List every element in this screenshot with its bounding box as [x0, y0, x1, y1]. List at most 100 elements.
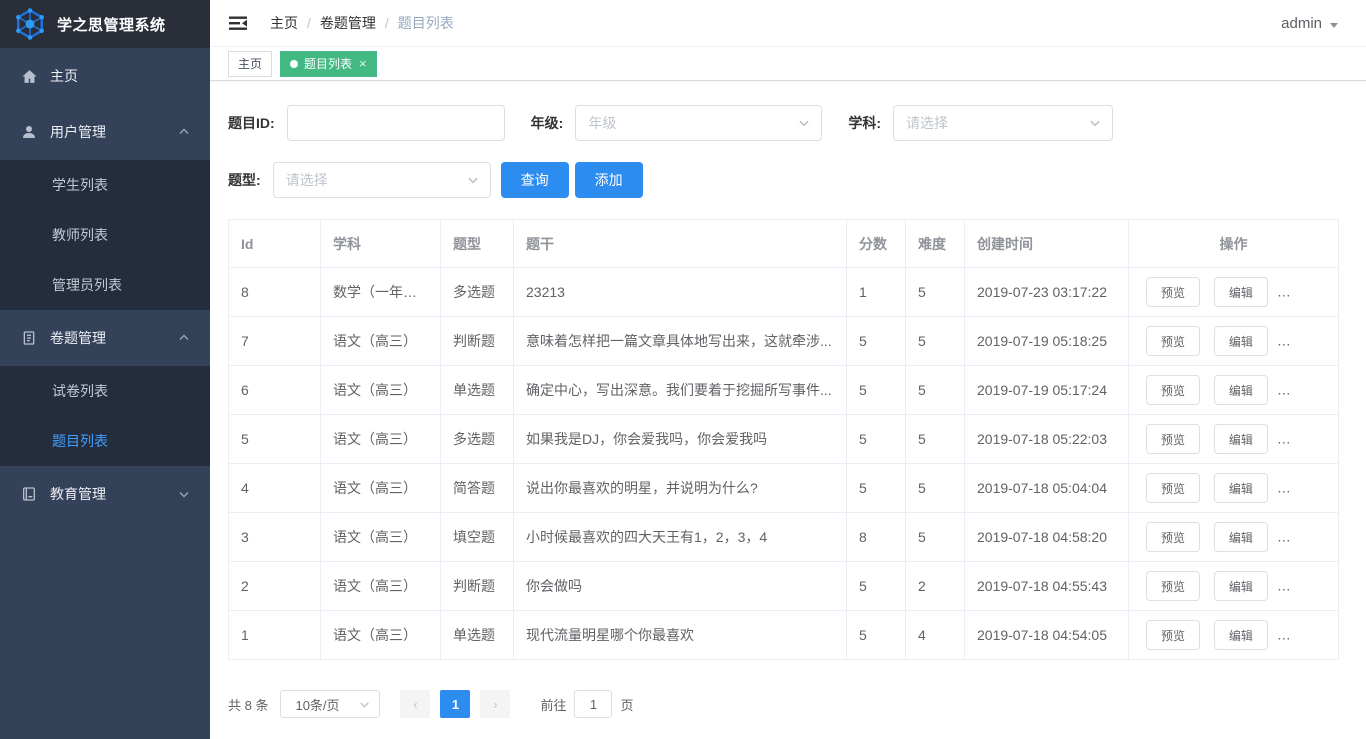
prev-page-button[interactable]: ‹ — [400, 690, 431, 718]
cell-created: 2019-07-18 04:55:43 — [964, 561, 1129, 611]
add-button[interactable]: 添加 — [574, 162, 643, 198]
breadcrumb-separator: / — [384, 15, 389, 31]
grade-select[interactable]: 年级 — [575, 105, 823, 141]
breadcrumb-paper-mgmt[interactable]: 卷题管理 — [320, 13, 376, 33]
app-logo-icon — [13, 7, 47, 41]
cell-stem: 23213 — [513, 267, 847, 317]
page-size-select[interactable]: 10条/页 — [280, 690, 381, 718]
cell-id: 6 — [228, 365, 321, 415]
delete-button[interactable]: 删除 — [1281, 277, 1336, 307]
preview-button[interactable]: 预览 — [1146, 522, 1201, 552]
cell-subject: 语文（高三） — [320, 610, 441, 660]
cell-difficulty: 5 — [905, 365, 965, 415]
sidebar-item-home[interactable]: 主页 — [0, 48, 210, 104]
tab-home[interactable]: 主页 — [228, 50, 273, 77]
edit-button[interactable]: 编辑 — [1213, 326, 1268, 356]
cell-id: 3 — [228, 512, 321, 562]
sidebar-item-teacher-list[interactable]: 教师列表 — [0, 210, 210, 260]
cell-created: 2019-07-19 05:17:24 — [964, 365, 1129, 415]
edit-button[interactable]: 编辑 — [1213, 424, 1268, 454]
username-label: admin — [1281, 14, 1322, 32]
delete-button[interactable]: 删除 — [1281, 522, 1336, 552]
filter-row-1: 题目ID: 年级: 年级 学科: 请选择 — [228, 105, 1338, 141]
col-header-qtype: 题型 — [440, 219, 514, 268]
cell-stem: 如果我是DJ，你会爱我吗，你会爱我吗 — [513, 414, 847, 464]
tab-question-list[interactable]: 题目列表 × — [280, 50, 377, 77]
preview-button[interactable]: 预览 — [1146, 277, 1201, 307]
sub-item-label: 管理员列表 — [52, 277, 122, 293]
goto-page-input[interactable] — [574, 690, 613, 718]
cell-qtype: 判断题 — [440, 316, 514, 366]
cell-stem: 意味着怎样把一篇文章具体地写出来，这就牵涉... — [513, 316, 847, 366]
preview-button[interactable]: 预览 — [1146, 620, 1201, 650]
sidebar-item-label: 主页 — [50, 68, 78, 84]
delete-button[interactable]: 删除 — [1281, 473, 1336, 503]
tags-view-bar: 主页 题目列表 × — [210, 47, 1366, 81]
qtype-select[interactable]: 请选择 — [272, 162, 491, 198]
question-table: Id 学科 题型 题干 分数 难度 创建时间 操作 8 数学（一年级） 多选题 … — [228, 219, 1339, 660]
edit-button[interactable]: 编辑 — [1213, 522, 1268, 552]
edit-button[interactable]: 编辑 — [1213, 620, 1268, 650]
edit-button[interactable]: 编辑 — [1213, 473, 1268, 503]
table-row: 5 语文（高三） 多选题 如果我是DJ，你会爱我吗，你会爱我吗 5 5 2019… — [228, 414, 1339, 464]
preview-button[interactable]: 预览 — [1146, 473, 1201, 503]
cell-qtype: 简答题 — [440, 463, 514, 513]
edit-button[interactable]: 编辑 — [1213, 277, 1268, 307]
grade-placeholder: 年级 — [588, 115, 617, 131]
close-icon[interactable]: × — [359, 57, 367, 70]
cell-stem: 说出你最喜欢的明星，并说明为什么? — [513, 463, 847, 513]
cell-created: 2019-07-23 03:17:22 — [964, 267, 1129, 317]
page-unit-label: 页 — [620, 697, 634, 713]
breadcrumb-home[interactable]: 主页 — [270, 13, 298, 33]
sidebar-item-exam-list[interactable]: 试卷列表 — [0, 366, 210, 416]
filter-row-2: 题型: 请选择 查询 添加 — [228, 162, 1338, 198]
preview-button[interactable]: 预览 — [1146, 424, 1201, 454]
cell-actions: 预览 编辑 删除 — [1128, 414, 1339, 464]
sidebar-group-user-mgmt[interactable]: 用户管理 — [0, 104, 210, 160]
breadcrumb-current: 题目列表 — [397, 15, 454, 31]
preview-button[interactable]: 预览 — [1146, 375, 1201, 405]
sidebar-group-edu-mgmt[interactable]: 教育管理 — [0, 466, 210, 522]
preview-button[interactable]: 预览 — [1146, 326, 1201, 356]
table-row: 8 数学（一年级） 多选题 23213 1 5 2019-07-23 03:17… — [228, 267, 1339, 317]
sidebar-item-admin-list[interactable]: 管理员列表 — [0, 260, 210, 310]
col-header-stem: 题干 — [513, 219, 847, 268]
user-menu[interactable]: admin — [1281, 15, 1338, 32]
next-page-button[interactable]: › — [480, 690, 511, 718]
delete-button[interactable]: 删除 — [1281, 326, 1336, 356]
sidebar-group-paper-mgmt[interactable]: 卷题管理 — [0, 310, 210, 366]
cell-stem: 确定中心，写出深意。我们要着于挖掘所写事件... — [513, 365, 847, 415]
question-id-input[interactable] — [286, 105, 505, 141]
cell-subject: 语文（高三） — [320, 463, 441, 513]
sidebar-item-student-list[interactable]: 学生列表 — [0, 160, 210, 210]
delete-button[interactable]: 删除 — [1281, 424, 1336, 454]
cell-difficulty: 2 — [905, 561, 965, 611]
sidebar-fold-icon[interactable] — [228, 13, 248, 33]
sub-item-label: 学生列表 — [52, 177, 108, 193]
chevron-down-icon — [178, 488, 190, 500]
search-button[interactable]: 查询 — [500, 162, 569, 198]
delete-button[interactable]: 删除 — [1281, 620, 1336, 650]
subject-select[interactable]: 请选择 — [893, 105, 1114, 141]
sidebar-item-question-list[interactable]: 题目列表 — [0, 416, 210, 466]
cell-subject: 语文（高三） — [320, 512, 441, 562]
sidebar: 学之思管理系统 主页 用户管理 学生列表 教师列表 管理员列表 卷题管理 试卷列… — [0, 0, 210, 739]
delete-button[interactable]: 删除 — [1281, 375, 1336, 405]
page-size-value: 10条/页 — [295, 697, 340, 713]
page-1-button[interactable]: 1 — [440, 690, 471, 718]
edit-button[interactable]: 编辑 — [1213, 375, 1268, 405]
qtype-label: 题型: — [228, 172, 261, 188]
app-window: 学之思管理系统 主页 用户管理 学生列表 教师列表 管理员列表 卷题管理 试卷列… — [0, 0, 1366, 739]
preview-button[interactable]: 预览 — [1146, 571, 1201, 601]
cell-subject: 语文（高三） — [320, 414, 441, 464]
cell-qtype: 填空题 — [440, 512, 514, 562]
cell-id: 2 — [228, 561, 321, 611]
cell-actions: 预览 编辑 删除 — [1128, 610, 1339, 660]
subject-placeholder: 请选择 — [906, 115, 949, 131]
cell-difficulty: 5 — [905, 463, 965, 513]
delete-button[interactable]: 删除 — [1281, 571, 1336, 601]
chevron-down-icon — [360, 701, 370, 708]
edit-button[interactable]: 编辑 — [1213, 571, 1268, 601]
cell-created: 2019-07-18 04:58:20 — [964, 512, 1129, 562]
col-header-subject: 学科 — [320, 219, 441, 268]
